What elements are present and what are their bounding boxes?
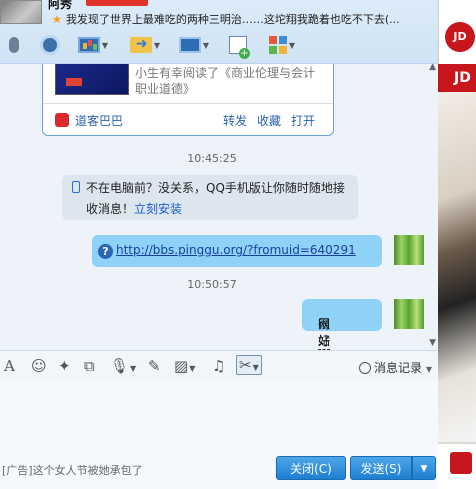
microphone-icon [9,37,19,53]
install-link[interactable]: 立刻安装 [134,202,182,216]
message-bubble[interactable]: ? http://bbs.pinggu.org/?fromuid=640291 [92,235,382,267]
message-history-label: 消息记录 [374,361,423,375]
voice-message-icon[interactable]: 🎙▼ [110,357,136,375]
video-call-button[interactable] [38,32,62,58]
chevron-down-icon[interactable]: ▼ [189,364,195,373]
scroll-down-icon[interactable]: ▼ [429,338,436,348]
message-bubble[interactable]: 很好的网站 [302,299,382,350]
doodle-icon[interactable]: ✎ [148,357,161,375]
chart-screen-icon [77,37,100,53]
signature-text: 我发现了世界上最难吃的两种三明治……这坨翔我跪着也吃不下去(... [65,13,400,26]
system-message-line1: 不在电脑前？没关系，QQ手机版让你随时随地接 [86,181,345,195]
message-history-button[interactable]: 消息记录 ▼ [359,359,432,376]
vip-badge [86,0,148,6]
more-apps-button[interactable]: ▼ [262,32,302,58]
chevron-down-icon[interactable]: ▼ [102,41,108,50]
chat-history[interactable]: ▲ 小生有幸阅读了《商业伦理与会计职业道德》 道客巴巴 转发 收藏 打开 10:… [0,64,438,350]
message-text-underlined: 网站 [318,317,331,350]
voice-call-button[interactable] [6,32,22,58]
screenshot-icon[interactable]: ✂▼ [236,355,262,375]
screen-share-button[interactable]: ▼ [74,32,112,58]
timestamp: 10:50:57 [187,278,237,291]
music-icon[interactable]: ♫ [212,357,225,375]
image-icon[interactable]: ▨▼ [174,357,195,375]
folder-transfer-icon [129,36,152,53]
chevron-down-icon[interactable]: ▼ [253,363,259,372]
add-discussion-icon [229,36,250,59]
side-advertisement[interactable]: JD JD [438,0,476,489]
star-icon: ★ [52,13,62,26]
shake-window-icon[interactable]: ⧉ [84,357,95,375]
create-discussion-button[interactable] [226,32,250,59]
vip-emoji-icon[interactable]: ✦ [58,357,71,375]
send-file-button[interactable]: ▼ [126,32,164,58]
ad-top-panel: JD [438,0,476,64]
system-message-line2: 收消息！立刻安装 [86,200,182,217]
jd-banner: JD [438,64,476,92]
emoji-icon[interactable]: ☺ [31,357,47,375]
message-input[interactable] [0,380,438,456]
shopping-cart-icon [450,452,472,474]
clock-icon [359,362,371,374]
remote-desktop-icon [178,37,201,53]
contact-avatar[interactable] [0,0,42,24]
card-brand: 道客巴巴 [75,114,124,128]
bottom-ad-link[interactable]: [广告]这个女人节被她承包了 [2,462,143,478]
close-button[interactable]: 关闭(C) [276,456,346,480]
bottom-bar: [广告]这个女人节被她承包了 关闭(C) 发送(S) ▼ [0,456,438,489]
scroll-up-icon[interactable]: ▲ [429,64,436,72]
camera-icon [40,35,60,55]
send-button[interactable]: 发送(S) [350,456,412,480]
system-message: 不在电脑前？没关系，QQ手机版让你随时随地接 收消息！立刻安装 [62,175,358,220]
chevron-down-icon[interactable]: ▼ [154,41,160,50]
card-description[interactable]: 小生有幸阅读了《商业伦理与会计职业道德》 [135,65,325,97]
message-link[interactable]: http://bbs.pinggu.org/?fromuid=640291 [116,243,356,257]
chevron-down-icon[interactable]: ▼ [130,364,136,373]
card-thumbnail[interactable] [55,64,129,95]
chevron-down-icon: ▼ [420,464,428,474]
chevron-down-icon[interactable]: ▼ [203,41,209,50]
my-avatar[interactable] [394,299,424,329]
phone-icon [72,181,80,193]
contact-signature: ★ 我发现了世界上最难吃的两种三明治……这坨翔我跪着也吃不下去(... [52,11,436,27]
jd-logo: JD [445,22,475,52]
my-avatar[interactable] [394,235,424,265]
favorite-link[interactable]: 收藏 [257,112,281,129]
open-link[interactable]: 打开 [291,112,315,129]
send-options-button[interactable]: ▼ [412,456,436,480]
timestamp: 10:45:25 [187,152,237,165]
card-footer: 道客巴巴 转发 收藏 打开 [43,103,333,135]
chevron-down-icon[interactable]: ▼ [289,41,295,50]
share-card[interactable]: 小生有幸阅读了《商业伦理与会计职业道德》 道客巴巴 转发 收藏 打开 [42,64,334,136]
system-message-prefix: 收消息！ [86,202,135,216]
chevron-down-icon: ▼ [425,365,432,374]
font-icon[interactable]: A [4,357,15,375]
apps-grid-icon [268,36,287,54]
remote-assist-button[interactable]: ▼ [174,32,214,58]
top-toolbar: ▼ ▼ ▼ ▼ [0,30,438,62]
input-toolbar: A ☺ ✦ ⧉ 🎙▼ ✎ ▨▼ ♫ ✂▼ 消息记录 ▼ [0,350,438,380]
chat-header: 阿秀 ★ 我发现了世界上最难吃的两种三明治……这坨翔我跪着也吃不下去(... ▼ … [0,0,438,64]
ad-photo [438,92,476,442]
ad-cart [438,444,476,489]
unknown-link-icon: ? [98,244,113,259]
docin-logo-icon [55,113,69,127]
forward-link[interactable]: 转发 [223,112,247,129]
